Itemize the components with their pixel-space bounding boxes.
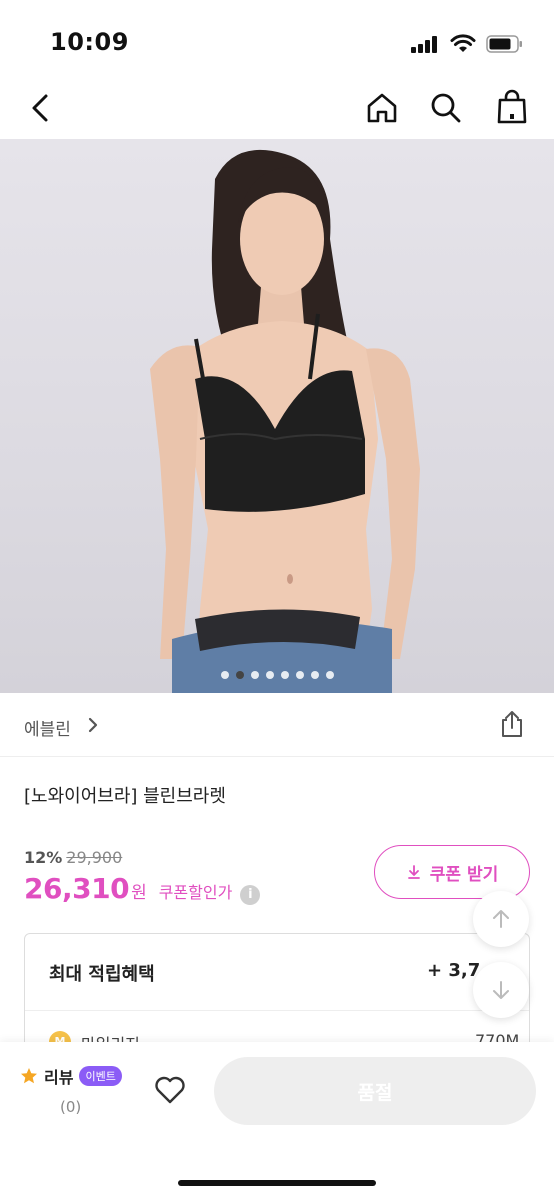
carousel-dot-active[interactable] <box>235 671 244 679</box>
discount-percent: 12% <box>24 848 63 867</box>
review-summary[interactable]: 리뷰 이벤트 (0) <box>20 1064 122 1116</box>
coupon-price-label: 쿠폰할인가 <box>158 883 233 902</box>
status-bar: 10:09 <box>0 0 554 80</box>
carousel-dot[interactable] <box>295 671 304 679</box>
arrow-down-icon <box>493 981 509 999</box>
heart-icon[interactable] <box>152 1072 188 1108</box>
shopping-bag-icon[interactable] <box>494 88 530 126</box>
price-row: 26,310 원 쿠폰할인가 i <box>24 872 261 905</box>
product-title: [노와이어브라] 블린브라렛 <box>24 786 226 807</box>
info-icon[interactable]: i <box>240 885 261 905</box>
wifi-icon <box>450 34 476 52</box>
product-image-carousel[interactable] <box>0 139 554 693</box>
carousel-dot[interactable] <box>220 671 229 679</box>
product-photo <box>150 149 420 693</box>
star-icon <box>21 1068 37 1084</box>
event-badge: 이벤트 <box>79 1066 122 1086</box>
discount-row: 12% 29,900 <box>24 848 122 867</box>
download-icon <box>407 865 420 879</box>
review-label: 리뷰 <box>44 1068 74 1087</box>
home-icon[interactable] <box>364 90 400 126</box>
carousel-dot[interactable] <box>325 671 334 679</box>
search-icon[interactable] <box>428 90 464 126</box>
nav-bar <box>0 80 554 138</box>
bottom-action-bar: 리뷰 이벤트 (0) 품절 <box>0 1042 554 1200</box>
review-count: (0) <box>60 1098 82 1116</box>
share-icon[interactable] <box>498 709 526 739</box>
brand-row: 에블린 <box>0 693 554 757</box>
home-indicator <box>178 1180 376 1186</box>
scroll-top-button[interactable] <box>473 891 529 947</box>
carousel-dot[interactable] <box>310 671 319 679</box>
scroll-bottom-button[interactable] <box>473 962 529 1018</box>
original-price: 29,900 <box>66 848 123 867</box>
sold-out-button[interactable]: 품절 <box>214 1057 536 1125</box>
carousel-dot[interactable] <box>280 671 289 679</box>
carousel-dot[interactable] <box>250 671 259 679</box>
battery-icon <box>486 35 522 53</box>
benefit-title: 최대 적립혜택 <box>49 964 155 985</box>
carousel-dots <box>0 671 554 679</box>
chevron-right-icon[interactable] <box>86 716 100 734</box>
carousel-dot[interactable] <box>265 671 274 679</box>
coupon-button-label: 쿠폰 받기 <box>429 864 499 885</box>
brand-link[interactable]: 에블린 <box>24 715 71 740</box>
cellular-signal-icon <box>411 36 439 53</box>
benefit-total: + 3,7 <box>427 960 481 981</box>
divider <box>25 1010 529 1011</box>
back-button[interactable] <box>26 90 58 126</box>
arrow-up-icon <box>493 910 509 928</box>
sale-price: 26,310 <box>24 872 130 905</box>
status-time: 10:09 <box>50 28 129 56</box>
currency-unit: 원 <box>131 883 147 903</box>
